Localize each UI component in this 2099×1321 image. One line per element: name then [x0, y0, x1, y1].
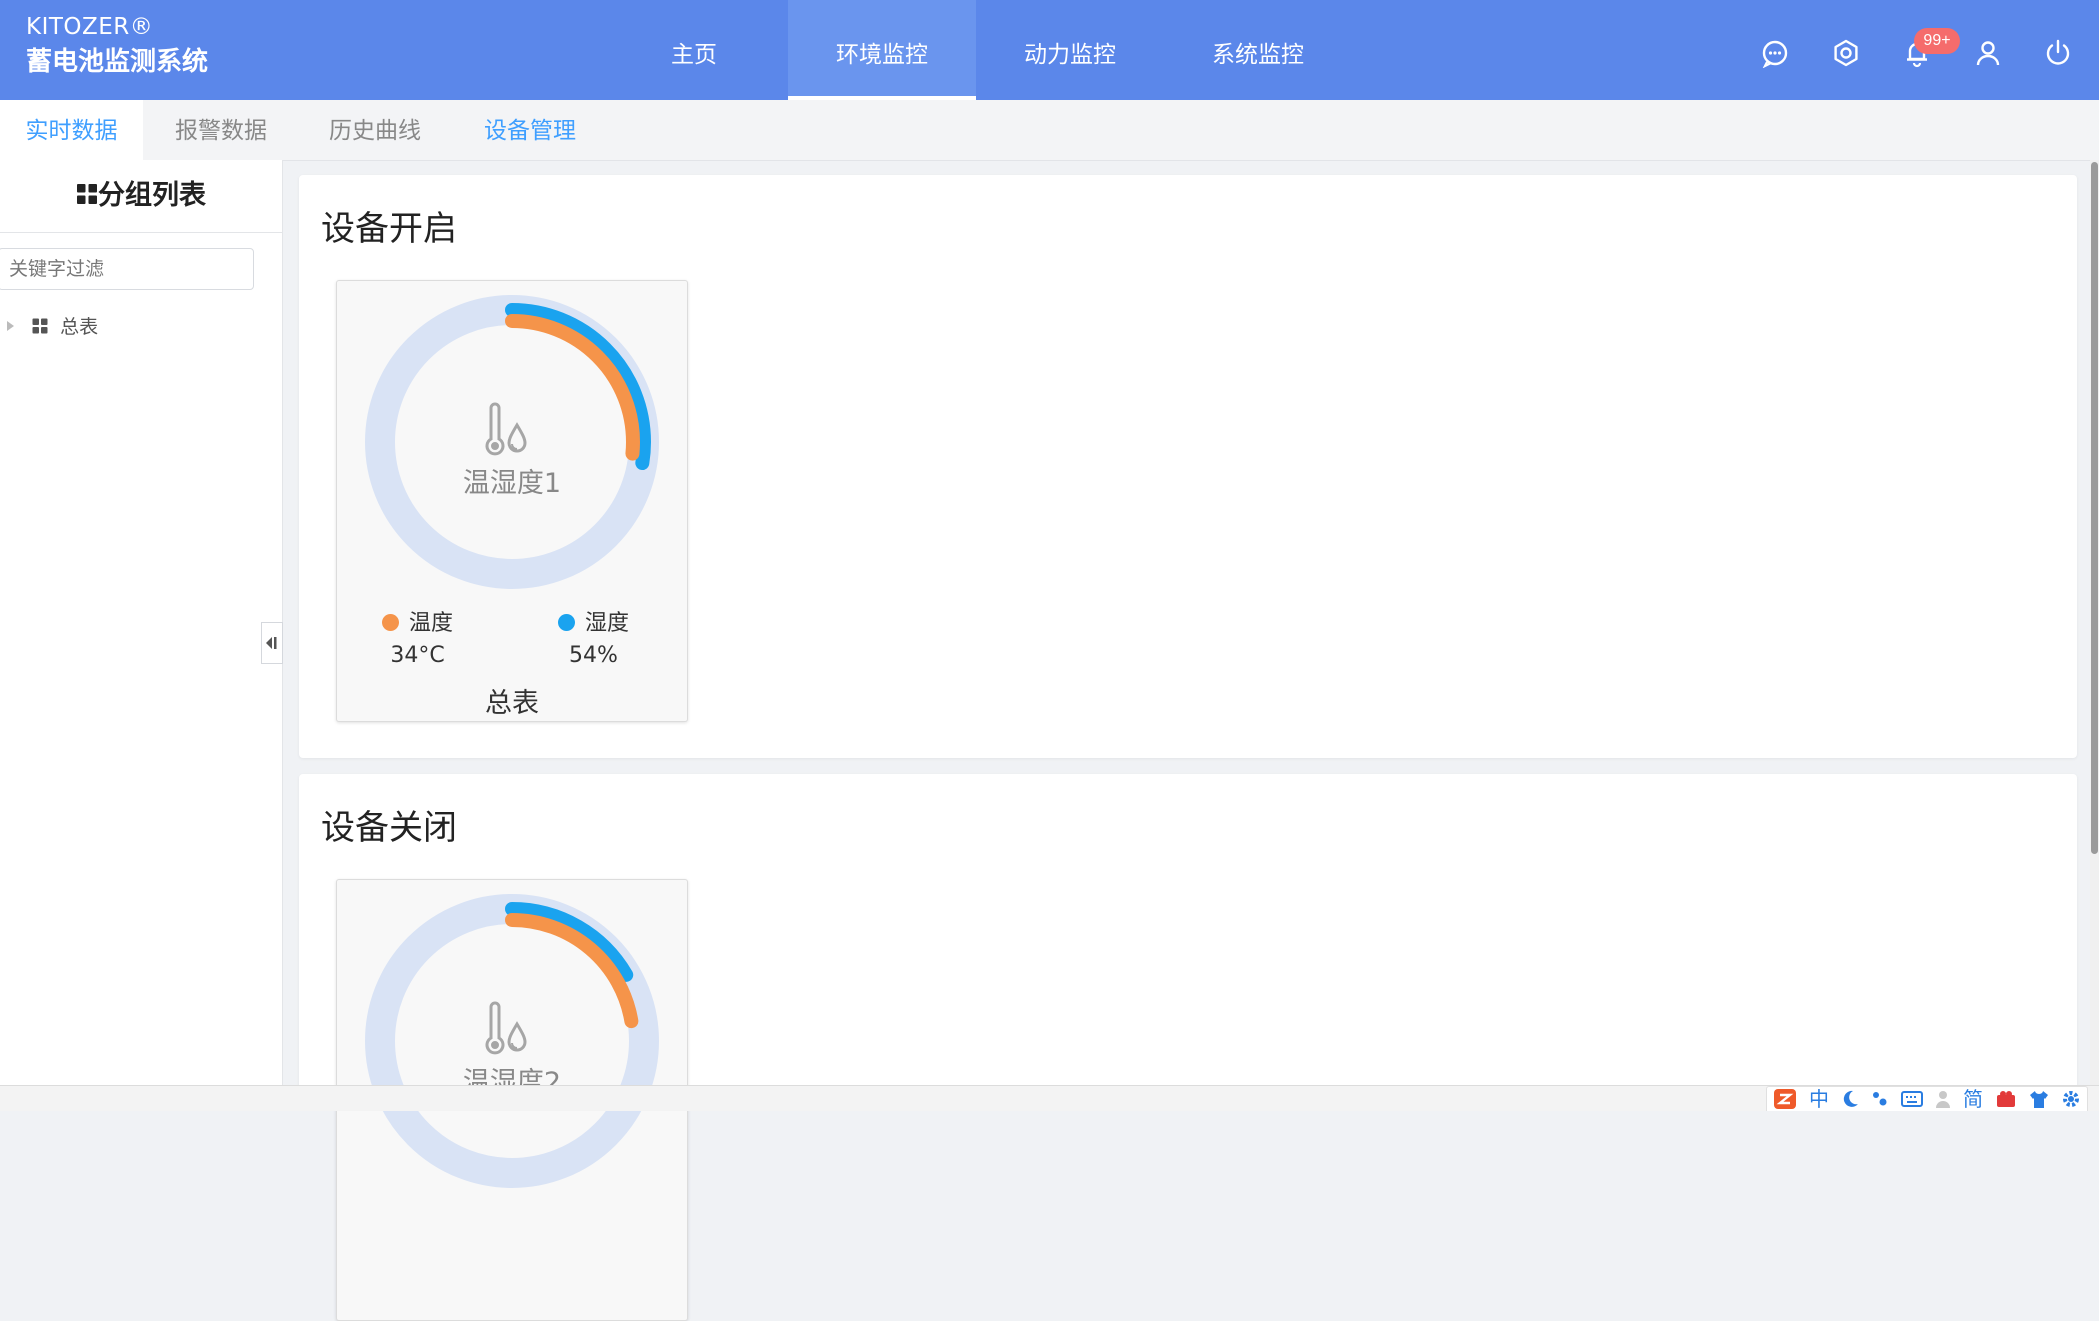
- ime-toolbar: 中 简: [1766, 1086, 2088, 1111]
- collapse-left-icon: [266, 637, 277, 649]
- temperature-value: 34°C: [390, 643, 445, 668]
- humidity-legend: 湿度 54%: [558, 605, 629, 668]
- scrollbar-thumb[interactable]: [2091, 162, 2098, 854]
- brand: KITOZER® 蓄电池监测系统: [26, 12, 208, 82]
- group-list-title: 分组列表: [0, 160, 282, 233]
- humidity-value: 54%: [569, 643, 618, 668]
- nav-system-monitor[interactable]: 系统监控: [1164, 0, 1352, 100]
- panel-device-off: 设备关闭 温湿度2: [299, 774, 2077, 1321]
- thermometer-droplet-icon: [485, 1001, 527, 1055]
- caret-right-icon[interactable]: [6, 319, 16, 333]
- brand-name-cn: 蓄电池监测系统: [26, 47, 209, 77]
- ime-script-toggle[interactable]: 简: [1963, 1087, 1983, 1111]
- thermometer-droplet-icon: [485, 402, 527, 456]
- sogou-logo-icon[interactable]: [1773, 1088, 1797, 1110]
- notification-badge: 99+: [1914, 28, 1960, 54]
- power-icon[interactable]: [2043, 38, 2073, 68]
- moon-icon[interactable]: [1841, 1089, 1859, 1109]
- brand-name-en: KITOZER®: [26, 14, 154, 40]
- group-list-label: 分组列表: [98, 180, 206, 211]
- panel-device-on: 设备开启 温湿度1 温度 34°C 湿度 54% 总表: [299, 175, 2077, 758]
- device-card-th1[interactable]: 温湿度1 温度 34°C 湿度 54% 总表: [336, 280, 688, 722]
- sidebar-collapse-button[interactable]: [261, 622, 283, 664]
- humidity-dot-icon: [558, 613, 575, 631]
- group-sidebar: 分组列表 总表: [0, 160, 283, 1085]
- temperature-legend: 温度 34°C: [382, 605, 453, 668]
- nav-home[interactable]: 主页: [600, 0, 788, 100]
- tab-realtime-data[interactable]: 实时数据: [0, 100, 143, 160]
- punctuation-icon[interactable]: [1871, 1089, 1889, 1109]
- tab-device-management[interactable]: 设备管理: [469, 100, 591, 160]
- section-title-device-off: 设备关闭: [321, 808, 457, 848]
- ime-language-toggle[interactable]: 中: [1809, 1087, 1829, 1111]
- nav-environment-monitor[interactable]: 环境监控: [788, 0, 976, 100]
- temperature-label: 温度: [409, 611, 454, 636]
- sub-tabs: 实时数据 报警数据 历史曲线 设备管理: [0, 100, 2099, 161]
- gear-icon[interactable]: [2061, 1089, 2081, 1109]
- gift-icon[interactable]: [1995, 1089, 2017, 1109]
- temp-humidity-gauge: [365, 894, 659, 1188]
- humidity-label: 湿度: [585, 611, 630, 636]
- user-icon[interactable]: [1973, 38, 2003, 68]
- top-bar: KITOZER® 蓄电池监测系统 主页 环境监控 动力监控 系统监控 99+: [0, 0, 2099, 100]
- grid-icon: [32, 318, 48, 333]
- grid-icon: [77, 183, 97, 204]
- tab-alarm-data[interactable]: 报警数据: [160, 100, 282, 160]
- tree-node-label: 总表: [60, 316, 99, 338]
- keyboard-icon[interactable]: [1901, 1089, 1923, 1109]
- user-icon[interactable]: [1935, 1089, 1951, 1109]
- tab-history-curve[interactable]: 历史曲线: [314, 100, 436, 160]
- temp-humidity-gauge: [365, 295, 659, 589]
- tree-node-summary[interactable]: 总表: [6, 312, 98, 342]
- settings-icon[interactable]: [1831, 38, 1861, 68]
- section-title-device-on: 设备开启: [321, 209, 457, 249]
- device-name: 温湿度1: [462, 468, 562, 499]
- skin-shirt-icon[interactable]: [2029, 1089, 2049, 1109]
- keyword-filter-input[interactable]: [0, 248, 254, 290]
- message-icon[interactable]: [1760, 38, 1790, 68]
- device-group-name: 总表: [485, 688, 539, 719]
- temperature-dot-icon: [382, 613, 399, 631]
- nav-power-monitor[interactable]: 动力监控: [976, 0, 1164, 100]
